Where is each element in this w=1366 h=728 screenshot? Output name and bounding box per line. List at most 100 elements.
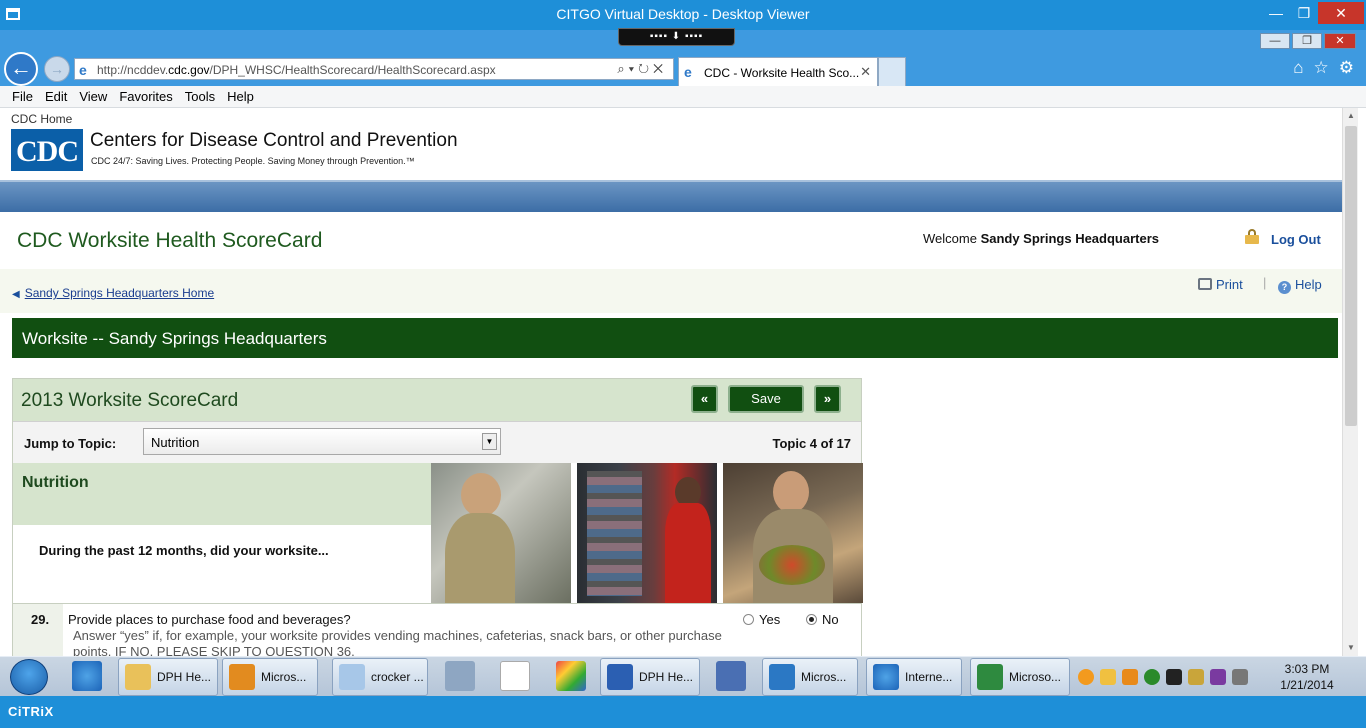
jump-label: Jump to Topic: — [24, 436, 117, 451]
answer-no-label: No — [822, 612, 839, 627]
document-icon[interactable] — [500, 661, 530, 691]
ie-taskbar-icon[interactable] — [72, 661, 102, 691]
start-button[interactable] — [10, 659, 48, 695]
paint-icon[interactable] — [556, 661, 586, 691]
close-button[interactable]: ✕ — [1318, 2, 1364, 24]
welcome-text: Welcome Sandy Springs Headquarters — [923, 231, 1160, 246]
excel-icon — [977, 664, 1003, 690]
tray-mail-icon[interactable] — [1100, 669, 1116, 685]
cdc-home-link[interactable]: CDC Home — [11, 112, 72, 126]
taskbar-clock[interactable]: 3:03 PM 1/21/2014 — [1262, 661, 1352, 693]
answer-no-radio[interactable]: No — [806, 612, 839, 627]
forward-arrow-icon[interactable]: → — [44, 56, 70, 82]
topic-select[interactable]: Nutrition ▼ — [143, 428, 501, 455]
previous-topic-button[interactable]: « — [691, 385, 718, 413]
browser-restore-button[interactable]: ❐ — [1292, 33, 1322, 49]
ie-logo-icon: e — [79, 62, 87, 78]
menu-tools[interactable]: Tools — [179, 86, 221, 107]
taskbar-item-outlook[interactable]: Micros... — [222, 658, 318, 696]
photo-woman-eating — [431, 463, 571, 603]
address-url: http://ncddev.cdc.gov/DPH_WHSC/HealthSco… — [97, 63, 496, 77]
topic-select-value: Nutrition — [151, 435, 200, 450]
browser-tab[interactable]: e CDC - Worksite Health Sco... ✕ — [678, 57, 878, 86]
page-scrollbar[interactable]: ▲ ▼ — [1342, 108, 1358, 656]
citrix-toolbar-handle[interactable]: ▪▪▪▪ ⬇ ▪▪▪▪ — [618, 28, 735, 46]
tab-title: CDC - Worksite Health Sco... — [704, 66, 860, 80]
print-label: Print — [1216, 277, 1243, 292]
menu-bar: File Edit View Favorites Tools Help — [0, 86, 1366, 108]
help-icon: ? — [1278, 281, 1291, 294]
new-tab-button[interactable] — [878, 57, 906, 86]
section-header: Nutrition — [13, 463, 431, 525]
tab-close-icon[interactable]: ✕ — [860, 64, 871, 80]
cdc-logo[interactable]: CDC — [11, 129, 83, 171]
scroll-up-icon[interactable]: ▲ — [1343, 108, 1359, 124]
next-topic-button[interactable]: » — [814, 385, 841, 413]
taskbar-item-excel[interactable]: Microso... — [970, 658, 1070, 696]
system-tray — [1078, 669, 1248, 685]
question-number-cell: 29. — [13, 604, 63, 656]
worksite-banner: Worksite -- Sandy Springs Headquarters — [12, 318, 1338, 358]
scroll-thumb[interactable] — [1345, 126, 1357, 426]
menu-view[interactable]: View — [73, 86, 113, 107]
citrix-title-bar: CITGO Virtual Desktop - Desktop Viewer —… — [0, 0, 1366, 30]
tray-office-icon[interactable] — [1122, 669, 1138, 685]
folder-icon — [125, 664, 151, 690]
question-text: Provide places to purchase food and beve… — [68, 612, 351, 627]
section-intro: During the past 12 months, did your work… — [39, 543, 329, 558]
address-tools-icons[interactable]: ⌕▾↻✕ — [617, 61, 667, 77]
taskbar-item-notepad[interactable]: crocker ... — [332, 658, 428, 696]
favorites-star-icon[interactable]: ☆ — [1314, 58, 1329, 78]
notepad-icon — [339, 664, 365, 690]
breadcrumb-home-link[interactable]: Sandy Springs Headquarters Home — [25, 286, 214, 300]
address-bar[interactable]: e http://ncddev.cdc.gov/DPH_WHSC/HealthS… — [74, 58, 674, 80]
citrix-logo: CiTRiX — [8, 704, 54, 719]
tray-onenote-icon[interactable] — [1210, 669, 1226, 685]
settings-gear-icon[interactable]: ⚙ — [1339, 58, 1354, 78]
help-label: Help — [1295, 277, 1322, 292]
browser-close-button[interactable]: ✕ — [1324, 33, 1356, 49]
print-button[interactable]: Print — [1198, 277, 1243, 292]
answer-yes-radio[interactable]: Yes — [743, 612, 780, 627]
citrix-footer-bar: CiTRiX — [0, 696, 1366, 728]
help-button[interactable]: ? Help — [1278, 277, 1322, 294]
home-icon[interactable]: ⌂ — [1293, 58, 1303, 78]
menu-file[interactable]: File — [6, 86, 39, 107]
maximize-button[interactable]: ❐ — [1290, 2, 1318, 24]
save-button[interactable]: Save — [728, 385, 804, 413]
taskbar-item-lync[interactable]: Micros... — [762, 658, 858, 696]
toolbar-divider: | — [1263, 275, 1267, 290]
taskbar-item-folder[interactable]: DPH He... — [118, 658, 218, 696]
logout-link[interactable]: Log Out — [1271, 232, 1321, 247]
taskbar-item-ie[interactable]: Interne... — [866, 658, 962, 696]
tray-update-icon[interactable] — [1078, 669, 1094, 685]
tray-tools-icon[interactable] — [1188, 669, 1204, 685]
browser-toolbar-icons: ⌂ ☆ ⚙ — [1293, 58, 1354, 78]
photo-figure-body — [665, 503, 711, 603]
photo-vending-machine — [577, 463, 717, 603]
menu-favorites[interactable]: Favorites — [113, 86, 178, 107]
menu-help[interactable]: Help — [221, 86, 260, 107]
section-title: Nutrition — [22, 474, 89, 491]
back-arrow-icon[interactable]: ← — [4, 52, 38, 86]
tray-audio-icon[interactable] — [1166, 669, 1182, 685]
scorecard-title: 2013 Worksite ScoreCard — [21, 390, 239, 411]
tray-network-icon[interactable] — [1232, 669, 1248, 685]
clock-time: 3:03 PM — [1284, 662, 1330, 676]
scroll-down-icon[interactable]: ▼ — [1343, 640, 1359, 656]
browser-minimize-button[interactable]: — — [1260, 33, 1290, 49]
visio-icon[interactable] — [716, 661, 746, 691]
lock-icon — [1245, 229, 1259, 244]
taskbar-item-word[interactable]: DPH He... — [600, 658, 700, 696]
browser-window-controls: — ❐ ✕ — [1260, 33, 1356, 49]
minimize-button[interactable]: — — [1262, 2, 1290, 24]
section-intro-box: During the past 12 months, did your work… — [13, 525, 431, 603]
tray-sync-icon[interactable] — [1144, 669, 1160, 685]
menu-edit[interactable]: Edit — [39, 86, 73, 107]
tab-ie-icon: e — [684, 64, 692, 80]
radio-yes-dot[interactable] — [743, 614, 754, 625]
radio-no-dot[interactable] — [806, 614, 817, 625]
user-name: Sandy Springs Headquarters — [980, 231, 1160, 246]
calculator-icon[interactable] — [445, 661, 475, 691]
chevron-down-icon[interactable]: ▼ — [482, 433, 497, 450]
